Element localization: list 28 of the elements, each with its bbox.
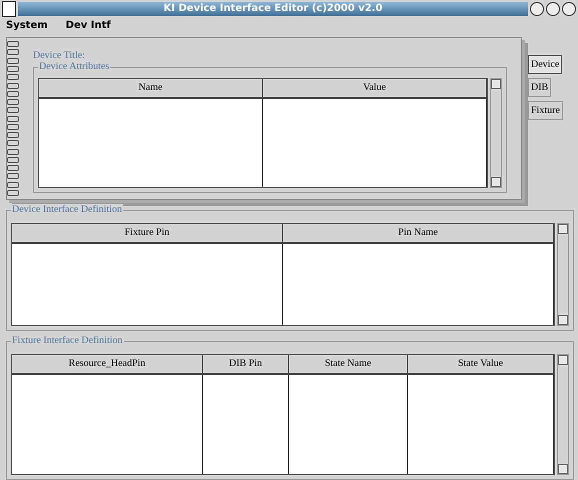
tab[interactable]: Fixture (528, 101, 563, 120)
column-header[interactable]: Pin Name (283, 224, 554, 242)
scrollbar[interactable] (557, 354, 569, 476)
tab[interactable]: Device (528, 55, 562, 74)
column-header[interactable]: Resource_HeadPin (12, 355, 203, 374)
scroll-up-button[interactable] (558, 355, 568, 366)
column-header[interactable]: State Value (408, 355, 554, 374)
field-label: Device Title: (33, 50, 86, 62)
scroll-down-button[interactable] (558, 315, 568, 326)
app-icon (2, 0, 16, 17)
close-button[interactable] (530, 2, 544, 16)
column-header[interactable]: DIB Pin (203, 355, 289, 374)
menu-item[interactable]: Dev Intf (66, 20, 111, 31)
column-header[interactable]: Fixture Pin (12, 224, 283, 242)
column-header[interactable]: Name (39, 79, 263, 98)
window-title: KI Device Interface Editor (c)2000 v2.0 (164, 3, 382, 14)
scroll-up-button[interactable] (558, 224, 568, 234)
scroll-up-button[interactable] (491, 79, 501, 90)
column-header[interactable]: State Name (289, 355, 408, 374)
scrollbar[interactable] (490, 78, 502, 188)
maximize-button[interactable] (562, 2, 576, 16)
minimize-button[interactable] (546, 2, 560, 16)
scroll-down-button[interactable] (558, 464, 568, 474)
tab[interactable]: DIB (528, 78, 552, 98)
menu-item[interactable]: System (6, 20, 48, 31)
scrollbar[interactable] (557, 223, 569, 326)
scroll-down-button[interactable] (491, 177, 501, 188)
column-header[interactable]: Value (263, 79, 487, 98)
